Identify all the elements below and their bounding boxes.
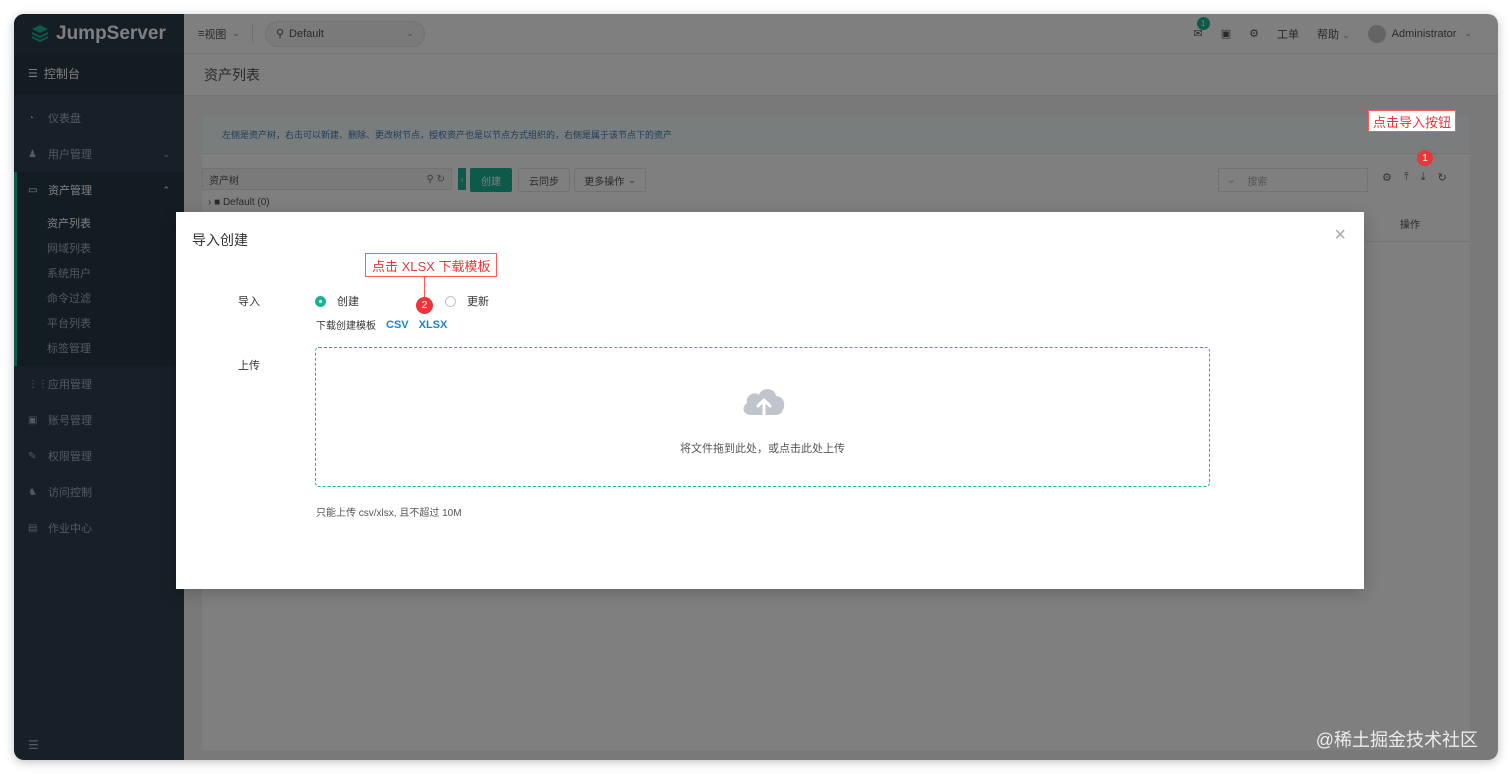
xlsx-template-link[interactable]: XLSX — [419, 319, 448, 331]
dropzone-text: 将文件拖到此处，或点击此处上传 — [680, 443, 845, 455]
close-icon[interactable]: × — [1334, 224, 1346, 247]
template-download-row: 下载创建模板 CSV XLSX — [316, 317, 448, 333]
import-modal: 导入创建 × 导入 创建 更新 点击 XLSX 下载模板 2 下载创建模板 CS… — [176, 212, 1364, 589]
upload-dropzone[interactable]: 将文件拖到此处，或点击此处上传 — [315, 347, 1210, 487]
radio-create[interactable]: 创建 — [315, 293, 359, 309]
import-callout: 点击导入按钮 — [1368, 110, 1457, 132]
radio-update[interactable]: 更新 — [445, 293, 489, 309]
cloud-upload-icon — [743, 389, 785, 416]
step-badge-2: 2 — [416, 297, 433, 314]
callout-connector — [424, 277, 425, 297]
xlsx-callout: 点击 XLSX 下载模板 — [365, 253, 498, 277]
csv-template-link[interactable]: CSV — [386, 319, 409, 331]
template-label: 下载创建模板 — [316, 321, 376, 332]
app-window: JumpServer ☰ 控制台 ◔ 仪表盘 ♟ 用户管理 ⌄ ▭ 资产管理 ⌃… — [14, 14, 1498, 760]
upload-label: 上传 — [238, 360, 260, 372]
radio-create-label: 创建 — [337, 296, 359, 308]
radio-unchecked-icon — [445, 295, 456, 307]
modal-title: 导入创建 — [192, 232, 248, 248]
radio-checked-icon — [315, 295, 326, 307]
upload-tip: 只能上传 csv/xlsx, 且不超过 10M — [316, 508, 462, 519]
step-badge-1: 1 — [1417, 150, 1433, 166]
watermark: @稀土掘金技术社区 — [1315, 730, 1478, 750]
radio-update-label: 更新 — [467, 296, 489, 308]
import-label: 导入 — [238, 296, 260, 308]
